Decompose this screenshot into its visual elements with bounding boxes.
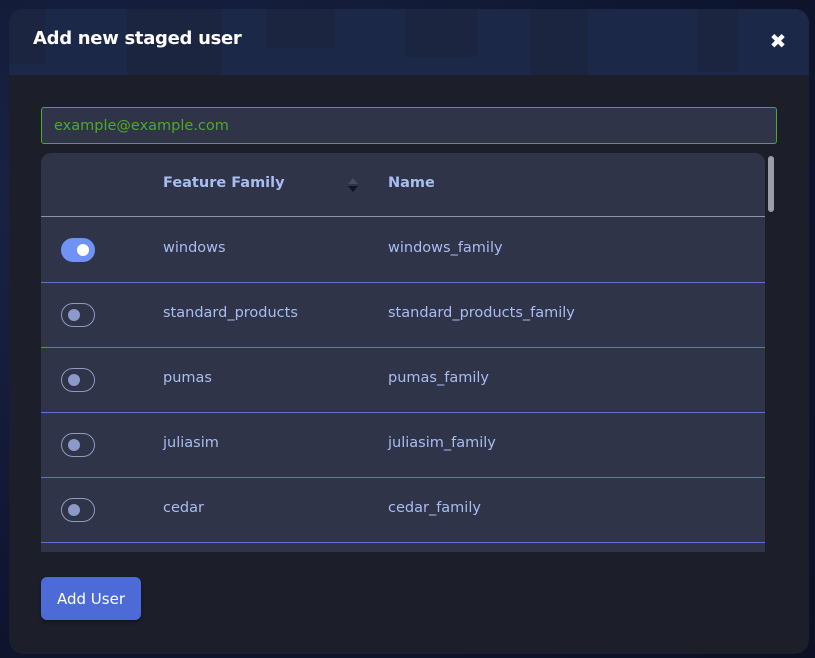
- toggle-knob: [68, 374, 80, 386]
- toggle-knob: [68, 504, 80, 516]
- table-row: pumas pumas_family: [41, 348, 765, 413]
- add-staged-user-modal: Add new staged user ✖ Feature Family Nam…: [9, 9, 809, 654]
- feature-toggle[interactable]: [61, 433, 95, 457]
- table-row: windows windows_family: [41, 218, 765, 283]
- feature-family-table: Feature Family Name windows windows_famil…: [41, 153, 765, 552]
- feature-toggle[interactable]: [61, 238, 95, 262]
- feature-toggle[interactable]: [61, 498, 95, 522]
- toggle-knob: [68, 309, 80, 321]
- cell-name: standard_products_family: [388, 305, 575, 321]
- column-header-feature-family[interactable]: Feature Family: [163, 175, 285, 191]
- toggle-knob: [77, 244, 89, 256]
- add-user-button[interactable]: Add User: [41, 577, 141, 620]
- header-pattern: [405, 9, 477, 57]
- table-header: Feature Family Name: [41, 153, 765, 217]
- table-row: juliasim juliasim_family: [41, 413, 765, 478]
- cell-name: pumas_family: [388, 370, 489, 386]
- table-row: standard_products standard_products_famil…: [41, 283, 765, 348]
- cell-feature-family: cedar: [163, 500, 204, 516]
- toggle-knob: [68, 439, 80, 451]
- close-icon[interactable]: ✖: [769, 31, 787, 51]
- cell-feature-family: juliasim: [163, 435, 219, 451]
- column-header-name: Name: [388, 175, 435, 191]
- feature-toggle[interactable]: [61, 368, 95, 392]
- cell-feature-family: standard_products: [163, 305, 298, 321]
- cell-name: juliasim_family: [388, 435, 496, 451]
- cell-name: cedar_family: [388, 500, 481, 516]
- sort-icon[interactable]: [347, 177, 359, 193]
- header-pattern: [697, 9, 738, 72]
- cell-feature-family: pumas: [163, 370, 212, 386]
- feature-toggle[interactable]: [61, 303, 95, 327]
- header-pattern: [530, 9, 588, 75]
- modal-title: Add new staged user: [33, 28, 242, 49]
- cell-feature-family: windows: [163, 240, 226, 256]
- cell-name: windows_family: [388, 240, 503, 256]
- modal-header: Add new staged user ✖: [9, 9, 809, 75]
- header-pattern: [267, 9, 335, 48]
- email-input[interactable]: [41, 107, 777, 144]
- table-row: cedar cedar_family: [41, 478, 765, 543]
- table-scrollbar[interactable]: [768, 156, 774, 212]
